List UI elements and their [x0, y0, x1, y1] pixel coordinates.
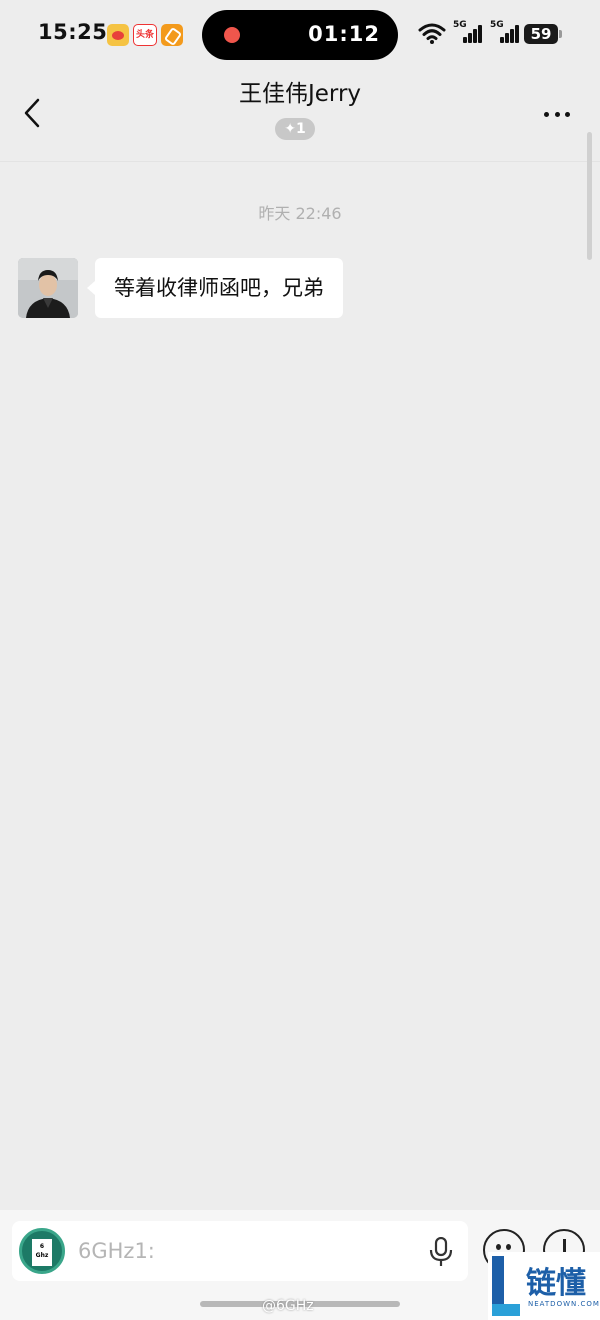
logo-text: 链懂	[526, 1266, 586, 1301]
chat-title: 王佳伟Jerry	[238, 81, 362, 107]
scrollbar[interactable]	[587, 132, 592, 260]
watermark: @6GHz	[262, 1298, 314, 1314]
mic-icon[interactable]	[428, 1237, 454, 1267]
person-photo-icon	[18, 258, 78, 318]
zhihu-icon	[161, 24, 183, 46]
signal-2-icon	[498, 25, 519, 43]
screen-recording-island[interactable]: 01:12	[202, 10, 398, 60]
message-bubble[interactable]: 等着收律师函吧，兄弟	[87, 258, 343, 318]
recording-time: 01:12	[308, 22, 380, 46]
logo-subtext: NEATDOWN.COM	[528, 1300, 600, 1308]
user-avatar[interactable]	[19, 1228, 65, 1274]
contact-avatar[interactable]	[18, 258, 78, 318]
status-bar: 15:25 头条 01:12 5G 5G 59	[0, 0, 600, 68]
toutiao-icon: 头条	[133, 24, 157, 46]
member-badge[interactable]: ✦1	[275, 118, 315, 140]
chat-header: 王佳伟Jerry ✦1	[0, 68, 600, 162]
recording-dot-icon	[224, 27, 240, 43]
weibo-icon	[107, 24, 129, 46]
message-timestamp: 昨天 22:46	[258, 204, 342, 223]
logo-l-icon	[492, 1256, 520, 1316]
message-input-text: 6GHz1:	[78, 1239, 155, 1263]
battery-icon: 59	[524, 24, 562, 44]
more-options-button[interactable]	[542, 104, 572, 124]
wifi-icon	[418, 23, 446, 44]
site-logo: 链懂 NEATDOWN.COM	[488, 1252, 600, 1320]
signal-1-icon	[461, 25, 482, 43]
message-input[interactable]: 6GHz1:	[12, 1221, 468, 1281]
status-time: 15:25	[38, 20, 108, 44]
